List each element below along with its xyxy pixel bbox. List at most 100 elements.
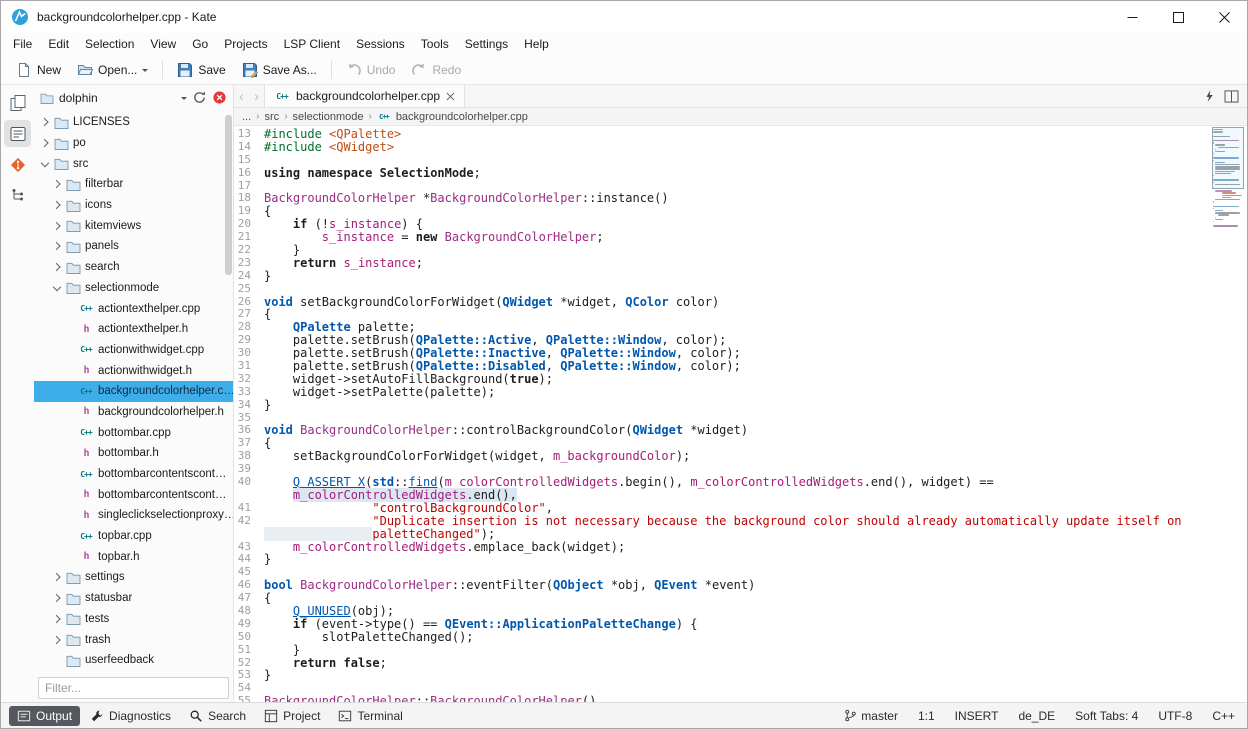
menu-item-selection[interactable]: Selection	[77, 35, 142, 53]
project-selector[interactable]: dolphin	[40, 91, 187, 105]
code-line[interactable]: 46bool BackgroundColorHelper::eventFilte…	[234, 579, 1247, 592]
symbols-view-button[interactable]	[4, 182, 31, 209]
git-branch[interactable]: master	[844, 709, 898, 723]
undo-button[interactable]: Undo	[339, 58, 403, 82]
code-line[interactable]: 55BackgroundColorHelper::BackgroundColor…	[234, 695, 1247, 702]
tab-close-icon[interactable]	[446, 92, 455, 101]
tree-item-backgroundcolorhelper-h[interactable]: hbackgroundcolorhelper.h	[34, 402, 233, 423]
tree-item-panels[interactable]: panels	[34, 236, 233, 257]
code-line[interactable]: 34}	[234, 399, 1247, 412]
tree-item-tests[interactable]: tests	[34, 609, 233, 630]
expander-icon[interactable]	[52, 262, 62, 272]
expander-icon[interactable]	[52, 200, 62, 210]
code-line[interactable]: 44}	[234, 553, 1247, 566]
indent-mode[interactable]: Soft Tabs: 4	[1075, 709, 1138, 723]
menu-item-help[interactable]: Help	[516, 35, 557, 53]
new-button[interactable]: New	[9, 58, 68, 82]
expander-icon[interactable]	[52, 614, 62, 624]
tree-item-actiontexthelper-cpp[interactable]: C++actiontexthelper.cpp	[34, 298, 233, 319]
breadcrumb-segment[interactable]: src	[265, 111, 280, 123]
tree-item-settings[interactable]: settings	[34, 567, 233, 588]
code-line[interactable]: 40 Q_ASSERT_X(std::find(m_colorControlle…	[234, 476, 1247, 489]
input-mode[interactable]: INSERT	[955, 709, 999, 723]
breadcrumb-segment[interactable]: selectionmode	[293, 111, 364, 123]
tab-scroll-right-icon[interactable]: ›	[249, 85, 264, 107]
tree-item-backgroundcolorhelper-c[interactable]: C++backgroundcolorhelper.c…	[34, 381, 233, 402]
save-as-button[interactable]: Save As...	[235, 58, 324, 82]
editor[interactable]: 13#include <QPalette>14#include <QWidget…	[234, 126, 1247, 702]
expander-icon[interactable]	[52, 572, 62, 582]
save-button[interactable]: Save	[170, 58, 232, 82]
tree-item-topbar-h[interactable]: htopbar.h	[34, 546, 233, 567]
dictionary[interactable]: de_DE	[1018, 709, 1055, 723]
cursor-position[interactable]: 1:1	[918, 709, 935, 723]
tree-item-filterbar[interactable]: filterbar	[34, 174, 233, 195]
syntax-mode[interactable]: C++	[1212, 709, 1235, 723]
menu-item-projects[interactable]: Projects	[216, 35, 275, 53]
panel-button-search[interactable]: Search	[181, 706, 254, 726]
expander-icon[interactable]	[40, 117, 50, 127]
tree-item-search[interactable]: search	[34, 257, 233, 278]
tree-item-icons[interactable]: icons	[34, 195, 233, 216]
tree-item-selectionmode[interactable]: selectionmode	[34, 278, 233, 299]
quick-open-bolt-icon[interactable]	[1204, 89, 1214, 103]
tree-item-src[interactable]: src	[34, 153, 233, 174]
menu-item-settings[interactable]: Settings	[457, 35, 516, 53]
redo-button[interactable]: Redo	[404, 58, 468, 82]
tree-item-bottombar-h[interactable]: hbottombar.h	[34, 443, 233, 464]
breadcrumb-overflow[interactable]: ...	[242, 111, 251, 123]
tree-item-bottombar-cpp[interactable]: C++bottombar.cpp	[34, 422, 233, 443]
menu-item-edit[interactable]: Edit	[40, 35, 77, 53]
refresh-project-icon[interactable]	[192, 90, 207, 105]
close-button[interactable]	[1201, 1, 1247, 33]
encoding[interactable]: UTF-8	[1158, 709, 1192, 723]
expander-icon[interactable]	[52, 241, 62, 251]
tree-item-licenses[interactable]: LICENSES	[34, 112, 233, 133]
tree-item-userfeedback[interactable]: userfeedback	[34, 650, 233, 671]
menu-item-file[interactable]: File	[5, 35, 40, 53]
expander-icon[interactable]	[40, 159, 50, 169]
expander-icon[interactable]	[52, 221, 62, 231]
open-button[interactable]: Open...	[70, 58, 155, 82]
tree-item-actionwithwidget-cpp[interactable]: C++actionwithwidget.cpp	[34, 340, 233, 361]
tree-item-actionwithwidget-h[interactable]: hactionwithwidget.h	[34, 360, 233, 381]
panel-button-diagnostics[interactable]: Diagnostics	[82, 706, 179, 726]
close-project-icon[interactable]	[212, 90, 227, 105]
expander-icon[interactable]	[52, 283, 62, 293]
code-line[interactable]: 23 return s_instance;	[234, 257, 1247, 270]
minimize-button[interactable]	[1109, 1, 1155, 33]
projects-view-button[interactable]	[4, 120, 31, 147]
panel-button-terminal[interactable]: Terminal	[330, 706, 410, 726]
code-line[interactable]: 52 return false;	[234, 657, 1247, 670]
expander-icon[interactable]	[52, 179, 62, 189]
git-view-button[interactable]	[4, 151, 31, 178]
split-view-icon[interactable]	[1224, 90, 1239, 103]
tree-scrollbar[interactable]	[225, 115, 232, 275]
code-line[interactable]: 38 setBackgroundColorForWidget(widget, m…	[234, 450, 1247, 463]
menu-item-view[interactable]: View	[142, 35, 184, 53]
code-line[interactable]: 21 s_instance = new BackgroundColorHelpe…	[234, 231, 1247, 244]
tab-backgroundcolorhelper-cpp[interactable]: C++ backgroundcolorhelper.cpp	[264, 85, 465, 107]
breadcrumb-segment[interactable]: backgroundcolorhelper.cpp	[396, 111, 528, 123]
expander-icon[interactable]	[52, 635, 62, 645]
minimap-viewport[interactable]	[1212, 127, 1244, 189]
tree-item-po[interactable]: po	[34, 133, 233, 154]
code-line[interactable]: 18BackgroundColorHelper *BackgroundColor…	[234, 192, 1247, 205]
tree-item-statusbar[interactable]: statusbar	[34, 588, 233, 609]
code-line[interactable]: 26void setBackgroundColorForWidget(QWidg…	[234, 296, 1247, 309]
menu-item-lsp-client[interactable]: LSP Client	[276, 35, 348, 53]
panel-button-project[interactable]: Project	[256, 706, 328, 726]
menu-item-tools[interactable]: Tools	[413, 35, 457, 53]
tree-item-trash[interactable]: trash	[34, 629, 233, 650]
expander-icon[interactable]	[52, 593, 62, 603]
panel-button-output[interactable]: Output	[9, 706, 80, 726]
expander-icon[interactable]	[40, 138, 50, 148]
tree-item-topbar-cpp[interactable]: C++topbar.cpp	[34, 526, 233, 547]
code-line[interactable]: 36void BackgroundColorHelper::controlBac…	[234, 424, 1247, 437]
menu-item-sessions[interactable]: Sessions	[348, 35, 413, 53]
tree-item-singleclickselectionproxy[interactable]: hsingleclickselectionproxy…	[34, 505, 233, 526]
menu-item-go[interactable]: Go	[184, 35, 216, 53]
tree-item-actiontexthelper-h[interactable]: hactiontexthelper.h	[34, 319, 233, 340]
code-line[interactable]: 24}	[234, 270, 1247, 283]
tree-item-bottombarcontentscont[interactable]: hbottombarcontentscont…	[34, 484, 233, 505]
